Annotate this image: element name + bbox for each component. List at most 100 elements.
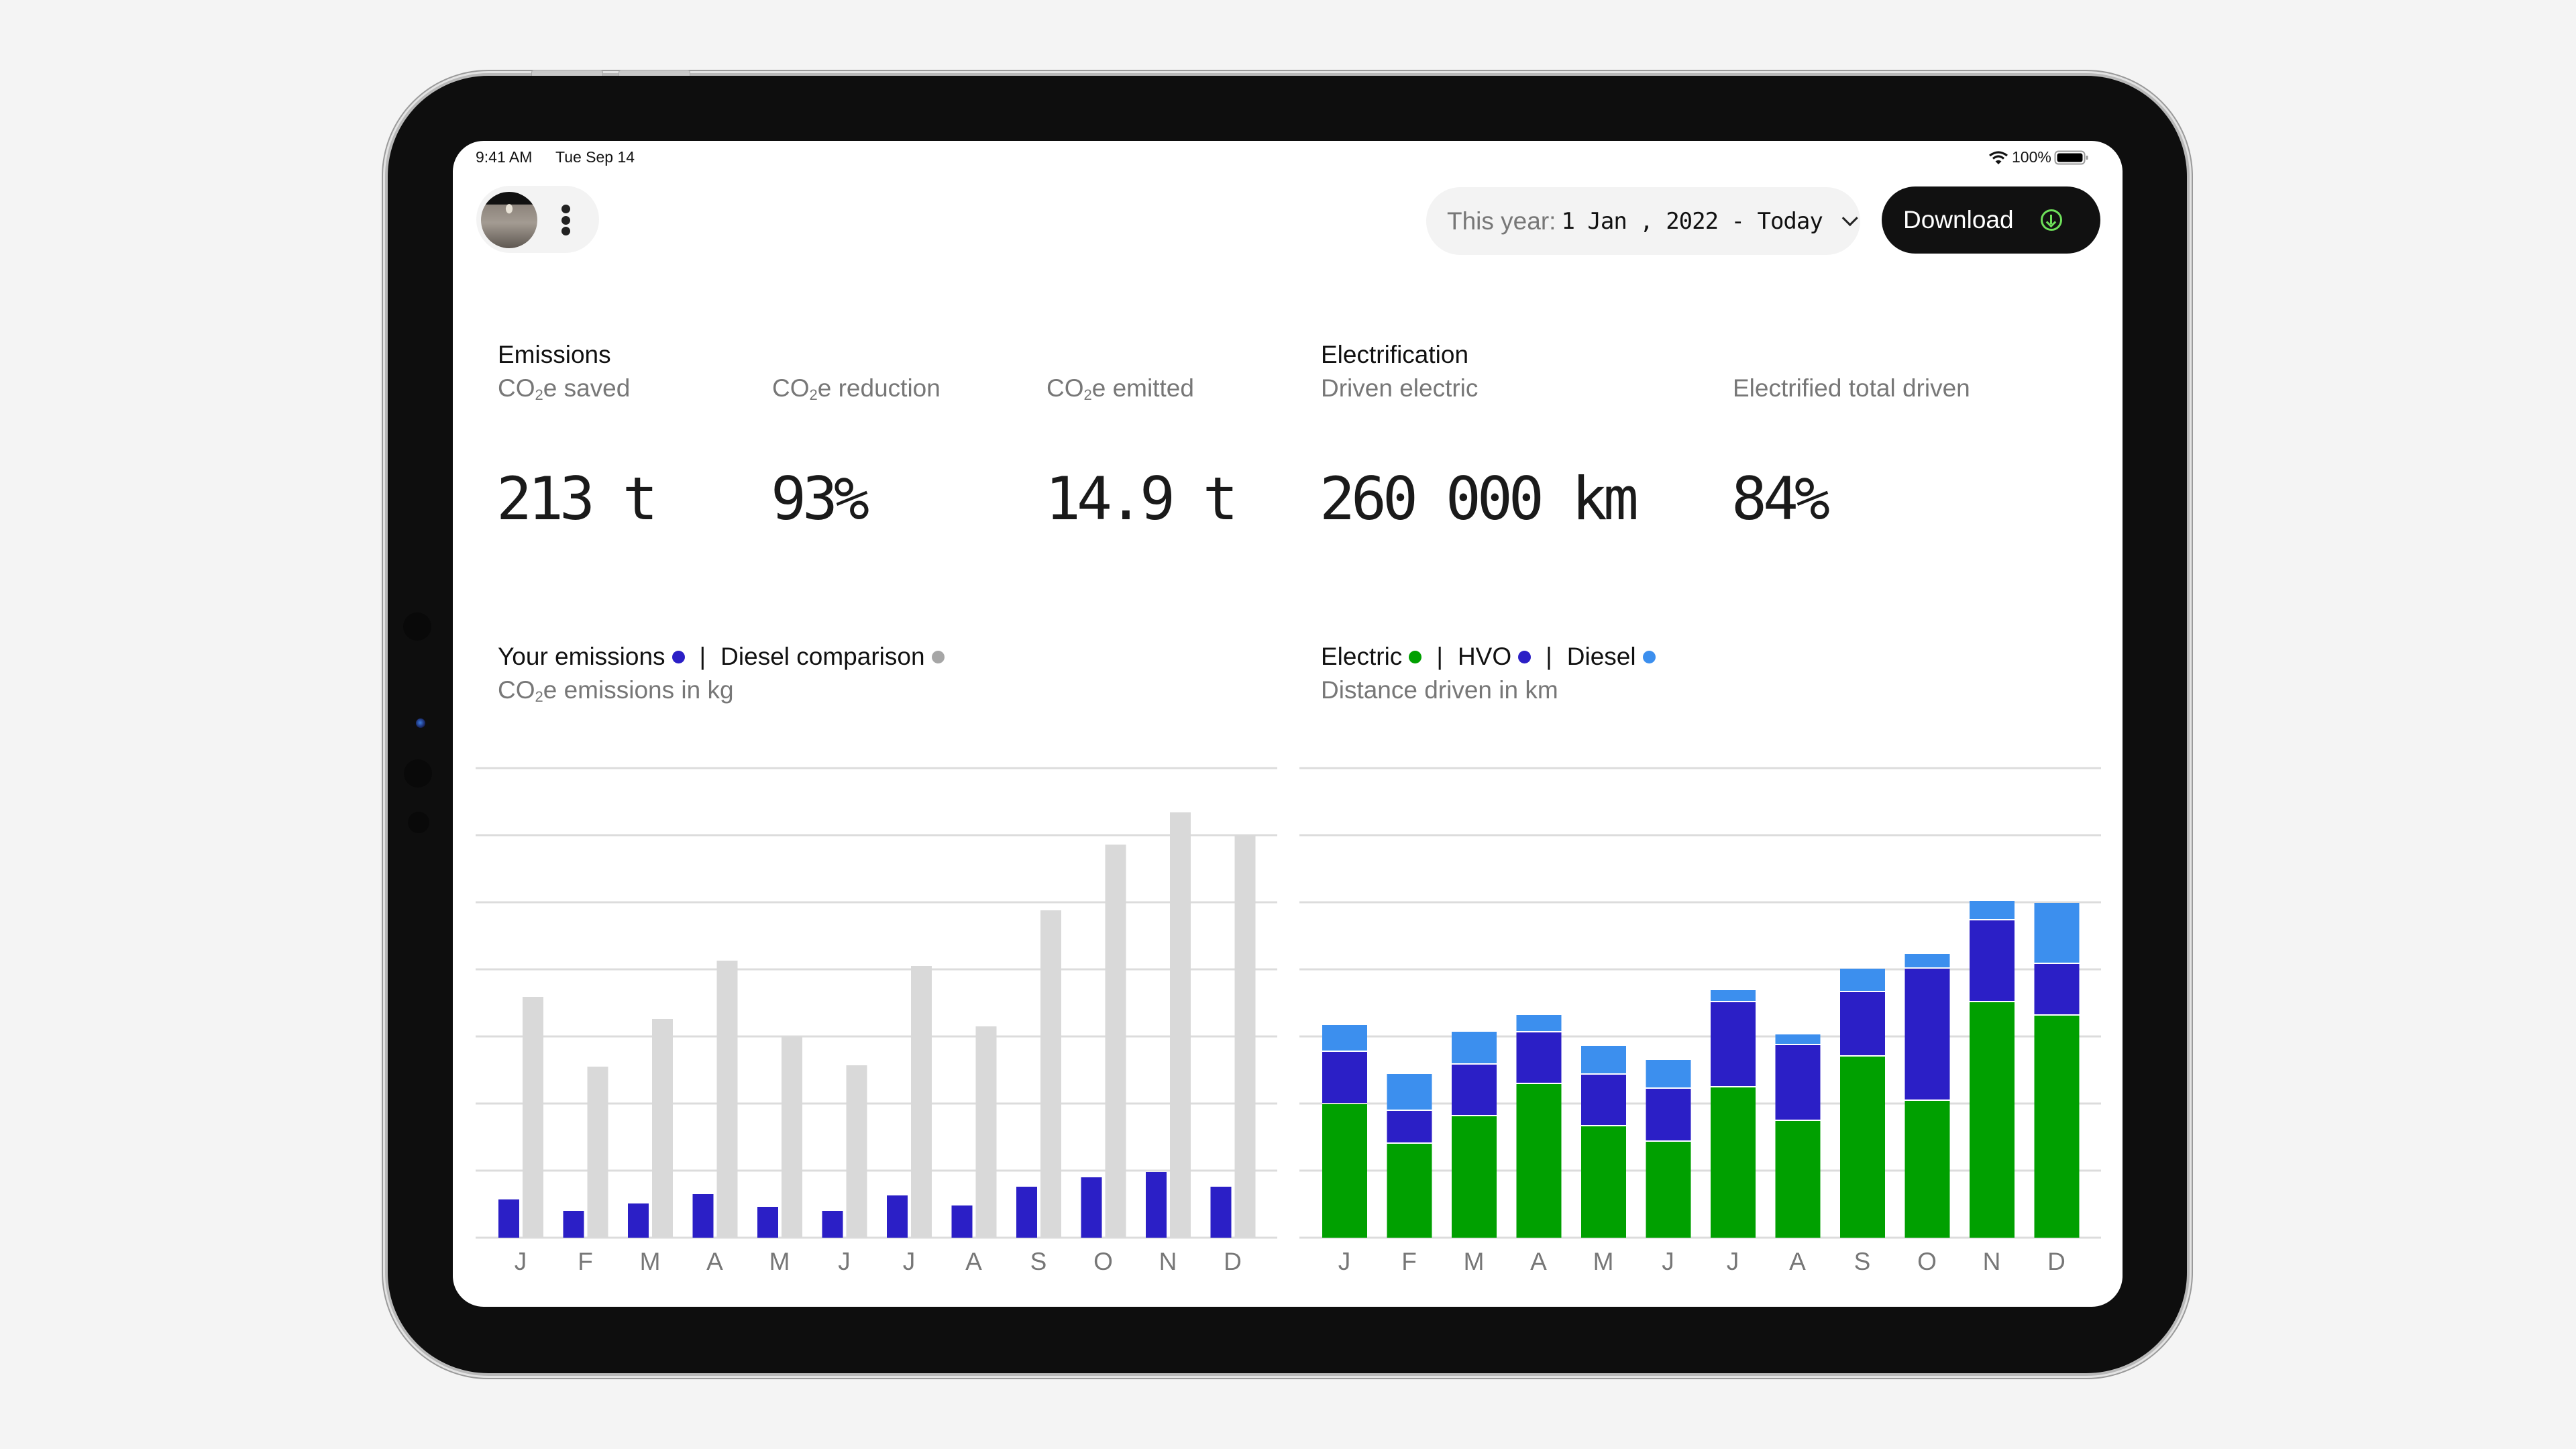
bar-diesel-comparison [652, 1019, 673, 1238]
bar-segment-diesel [1904, 954, 1950, 967]
x-tick-label: D [1224, 1248, 1242, 1275]
bar-segment-hvo [1322, 1052, 1367, 1103]
sensor-icon [408, 812, 429, 833]
more-vertical-icon[interactable] [561, 205, 570, 235]
battery-icon [2054, 150, 2088, 164]
bar-diesel-comparison [523, 997, 543, 1238]
kpi-value-co2e-reduction: 93% [771, 464, 869, 533]
emissions-title: Emissions [498, 341, 611, 368]
x-tick-label: N [1159, 1248, 1177, 1275]
emissions-bar-chart: JFMAMJJASOND [476, 767, 1277, 1275]
bar-segment-hvo [1775, 1045, 1821, 1120]
download-button[interactable]: Download [1882, 186, 2100, 254]
x-tick-label: O [1093, 1248, 1113, 1275]
bar-segment-diesel [2034, 903, 2080, 963]
app-screen: 9:41 AM Tue Sep 14 100% This year: 1 Jan… [453, 141, 2123, 1307]
bar-segment-diesel [1970, 901, 2015, 919]
x-tick-label: F [1401, 1248, 1417, 1275]
legend-diesel-comparison: Diesel comparison [720, 643, 925, 670]
x-tick-label: J [1338, 1248, 1351, 1275]
x-tick-label: M [640, 1248, 661, 1275]
bar-segment-hvo [1646, 1089, 1691, 1140]
x-tick-label: M [1464, 1248, 1485, 1275]
x-tick-label: J [838, 1248, 851, 1275]
bar-diesel-comparison [1170, 812, 1191, 1238]
bar-segment-hvo [1840, 992, 1885, 1055]
bar-segment-hvo [1452, 1065, 1497, 1115]
bar-segment-electric [1646, 1142, 1691, 1238]
bar-segment-hvo [1387, 1111, 1432, 1142]
kpi-label-electrified-total: Electrified total driven [1733, 374, 1970, 402]
bar-segment-hvo [1970, 920, 2015, 1001]
kpi-value-co2e-saved: 213 t [496, 464, 658, 533]
date-range-label: This year: [1447, 207, 1556, 235]
bar-segment-diesel [1840, 969, 1885, 991]
x-tick-label: J [1662, 1248, 1674, 1275]
bar-segment-electric [1711, 1087, 1756, 1238]
bar-segment-diesel [1711, 990, 1756, 1001]
legend-dot-hvo [1518, 650, 1532, 663]
bar-diesel-comparison [911, 966, 932, 1238]
kpi-label-co2e-emitted: CO2e emitted [1046, 374, 1194, 403]
bar-your-emissions [1210, 1187, 1232, 1238]
distance-stacked-bar-chart: JFMAMJJASOND [1299, 767, 2101, 1275]
legend-separator: | [1546, 643, 1552, 670]
astronaut-avatar[interactable] [481, 192, 537, 248]
bar-diesel-comparison [782, 1036, 802, 1238]
distance-chart-legend: Electric | HVO | Diesel [1321, 643, 1670, 671]
chevron-down-icon [1841, 210, 1858, 227]
bar-segment-hvo [1711, 1002, 1756, 1086]
distance-chart-subtitle: Distance driven in km [1321, 676, 1558, 704]
bar-your-emissions [951, 1205, 973, 1238]
bar-segment-electric [1904, 1101, 1950, 1238]
bar-segment-hvo [1581, 1075, 1626, 1125]
date-range-picker[interactable]: This year: 1 Jan , 2022 - Today [1426, 187, 1860, 255]
bar-your-emissions [628, 1203, 649, 1238]
status-right: 100% [1988, 148, 2089, 166]
kpi-value-driven-electric: 260 000 km [1320, 464, 1639, 533]
bar-segment-diesel [1581, 1046, 1626, 1073]
legend-dot-diesel [1642, 650, 1656, 663]
kpi-value-electrified-total: 84% [1731, 464, 1830, 533]
bar-segment-diesel [1322, 1025, 1367, 1051]
bar-diesel-comparison [1234, 835, 1256, 1238]
electrification-title: Electrification [1321, 341, 1469, 368]
bar-segment-diesel [1775, 1034, 1821, 1044]
bar-your-emissions [692, 1194, 714, 1238]
legend-hvo: HVO [1457, 643, 1512, 670]
wifi-icon [1989, 150, 2008, 164]
kpi-label-co2e-reduction: CO2e reduction [772, 374, 941, 403]
bar-segment-electric [1775, 1121, 1821, 1238]
bar-your-emissions [498, 1199, 519, 1238]
x-tick-label: F [578, 1248, 593, 1275]
legend-dot-electric [1409, 650, 1422, 663]
volume-button [531, 70, 603, 76]
bar-your-emissions [1081, 1177, 1102, 1238]
bar-segment-electric [1581, 1126, 1626, 1238]
profile-menu[interactable] [476, 186, 599, 253]
x-tick-label: J [515, 1248, 527, 1275]
bar-your-emissions [887, 1195, 908, 1238]
legend-separator: | [1436, 643, 1443, 670]
bar-your-emissions [822, 1211, 843, 1238]
date-range-value: 1 Jan , 2022 - Today [1561, 207, 1823, 235]
bar-segment-electric [1970, 1002, 2015, 1238]
bar-segment-hvo [1904, 969, 1950, 1099]
bar-segment-electric [1322, 1104, 1367, 1238]
bar-diesel-comparison [1105, 845, 1126, 1238]
bar-diesel-comparison [975, 1026, 997, 1238]
bar-segment-electric [1840, 1057, 1885, 1238]
bar-segment-hvo [1516, 1032, 1562, 1083]
x-tick-label: J [1727, 1248, 1739, 1275]
bar-your-emissions [563, 1211, 584, 1238]
x-tick-label: A [965, 1248, 982, 1275]
bar-segment-diesel [1516, 1015, 1562, 1031]
x-tick-label: S [1030, 1248, 1047, 1275]
front-camera-icon [416, 718, 425, 728]
bar-diesel-comparison [846, 1065, 867, 1238]
legend-diesel: Diesel [1566, 643, 1636, 670]
x-tick-label: A [1530, 1248, 1547, 1275]
bar-segment-electric [1387, 1144, 1432, 1238]
bar-segment-electric [1516, 1084, 1562, 1238]
legend-separator: | [699, 643, 706, 670]
